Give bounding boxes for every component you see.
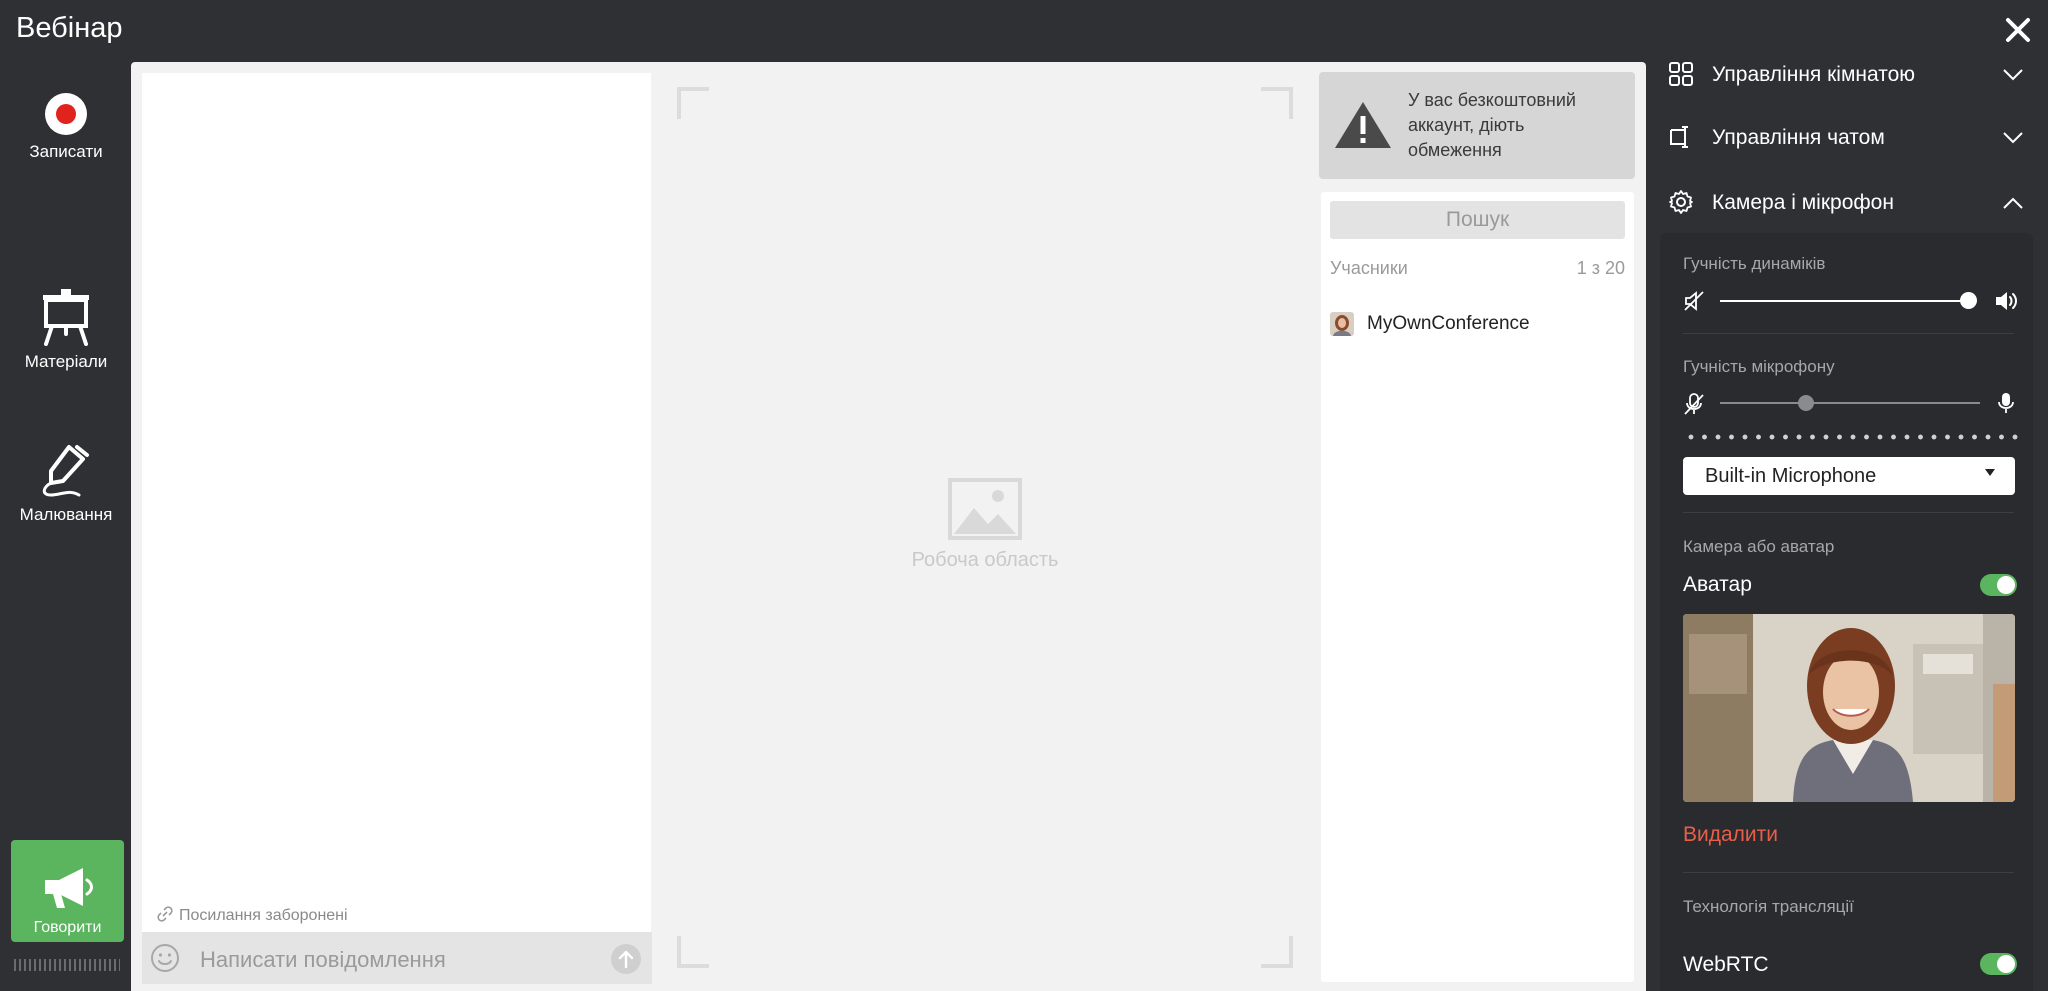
speaker-volume-knob[interactable] xyxy=(1959,292,1977,309)
microphone-select[interactable]: Built-in Microphone xyxy=(1683,457,2015,495)
workspace-corner-top-right xyxy=(1261,87,1293,119)
room-control-section[interactable]: Управління кімнатою xyxy=(1668,55,2038,95)
free-account-warning: У вас безкоштовний аккаунт, діють обмеже… xyxy=(1319,72,1635,179)
workspace-corner-top-left xyxy=(677,87,709,119)
chat-settings-icon xyxy=(1670,126,1688,148)
close-icon xyxy=(2006,18,2030,42)
delete-avatar-link[interactable]: Видалити xyxy=(1683,823,1778,847)
emoji-icon[interactable] xyxy=(150,943,180,973)
warning-text: У вас безкоштовний аккаунт, діють обмеже… xyxy=(1408,90,1576,160)
chat-message-input[interactable] xyxy=(198,944,592,976)
mic-volume-knob[interactable] xyxy=(1797,395,1814,411)
drawing-button[interactable]: Малювання xyxy=(0,443,132,525)
dropdown-arrow-icon xyxy=(1985,469,1995,476)
camera-mic-section[interactable]: Камера і мікрофон xyxy=(1668,183,2038,223)
mic-level-indicator xyxy=(1688,434,2018,440)
workspace-placeholder: Робоча область xyxy=(900,478,1070,572)
speak-button[interactable]: Говорити xyxy=(11,840,124,942)
record-label: Записати xyxy=(29,142,103,161)
speak-label: Говорити xyxy=(33,919,102,936)
presentation-board-icon xyxy=(43,289,89,346)
megaphone-icon xyxy=(44,868,93,908)
links-forbidden-note: Посилання заборонені xyxy=(157,906,348,925)
gear-icon xyxy=(1669,190,1693,214)
chevron-up-icon xyxy=(2003,197,2023,209)
avatar-label: Аватар xyxy=(1683,573,1752,596)
webrtc-toggle[interactable] xyxy=(1980,953,2017,975)
divider xyxy=(1683,872,2014,873)
grid-icon xyxy=(1669,62,1693,86)
app-title: Вебінар xyxy=(16,12,123,44)
speaker-volume-label: Гучність динаміків xyxy=(1683,254,1826,273)
participants-panel: Пошук Учасники 1 з 20 MyOwnConference xyxy=(1321,192,1634,982)
link-icon xyxy=(157,906,173,922)
camera-or-avatar-label: Камера або аватар xyxy=(1683,537,1835,556)
divider xyxy=(1683,512,2014,513)
divider xyxy=(1683,333,2014,334)
materials-label: Матеріали xyxy=(24,352,108,371)
room-control-title: Управління кімнатою xyxy=(1712,63,1916,86)
mic-volume-track[interactable] xyxy=(1720,402,1980,404)
microphone-select-value: Built-in Microphone xyxy=(1705,465,1877,487)
close-button[interactable] xyxy=(2002,14,2034,46)
participants-header: Учасники xyxy=(1330,258,1408,278)
avatar-image xyxy=(1683,614,2015,802)
mic-mute-icon[interactable] xyxy=(1683,392,1705,416)
marker-pen-icon xyxy=(42,445,89,497)
image-placeholder-icon xyxy=(948,478,1022,540)
broadcast-tech-label: Технологія трансляції xyxy=(1683,897,1854,916)
workspace-label: Робоча область xyxy=(911,549,1059,571)
title-bar: Вебінар xyxy=(0,0,2048,62)
chevron-down-icon xyxy=(2003,69,2023,81)
participant-name: MyOwnConference xyxy=(1367,313,1530,334)
chat-messages-area xyxy=(142,73,651,983)
audio-level-meter xyxy=(14,959,120,971)
camera-mic-panel xyxy=(1660,233,2033,991)
avatar-toggle[interactable] xyxy=(1980,574,2017,596)
participant-search-button[interactable]: Пошук xyxy=(1330,201,1625,239)
chat-control-title: Управління чатом xyxy=(1712,126,1885,149)
materials-button[interactable]: Матеріали xyxy=(0,288,132,372)
record-button[interactable]: Записати xyxy=(0,92,132,162)
participants-count: 1 з 20 xyxy=(1576,258,1625,278)
send-arrow-icon[interactable] xyxy=(610,943,642,975)
speaker-icon xyxy=(1996,292,2017,310)
mic-volume-label: Гучність мікрофону xyxy=(1683,357,1835,376)
drawing-label: Малювання xyxy=(19,505,113,524)
workspace-corner-bottom-left xyxy=(677,936,709,968)
chat-control-section[interactable]: Управління чатом xyxy=(1668,118,2038,158)
webrtc-label: WebRTC xyxy=(1683,953,1769,976)
record-icon xyxy=(45,93,87,135)
camera-mic-title: Камера і мікрофон xyxy=(1712,191,1894,214)
workspace-corner-bottom-right xyxy=(1261,936,1293,968)
participant-row[interactable]: MyOwnConference xyxy=(1330,310,1625,340)
microphone-icon xyxy=(1998,393,2014,413)
speaker-mute-icon[interactable] xyxy=(1683,290,1705,312)
chevron-down-icon xyxy=(2003,132,2023,144)
warning-triangle-icon xyxy=(1335,102,1391,148)
links-note-text: Посилання заборонені xyxy=(179,907,348,924)
participant-avatar xyxy=(1330,312,1354,336)
speaker-volume-track[interactable] xyxy=(1720,300,1968,302)
